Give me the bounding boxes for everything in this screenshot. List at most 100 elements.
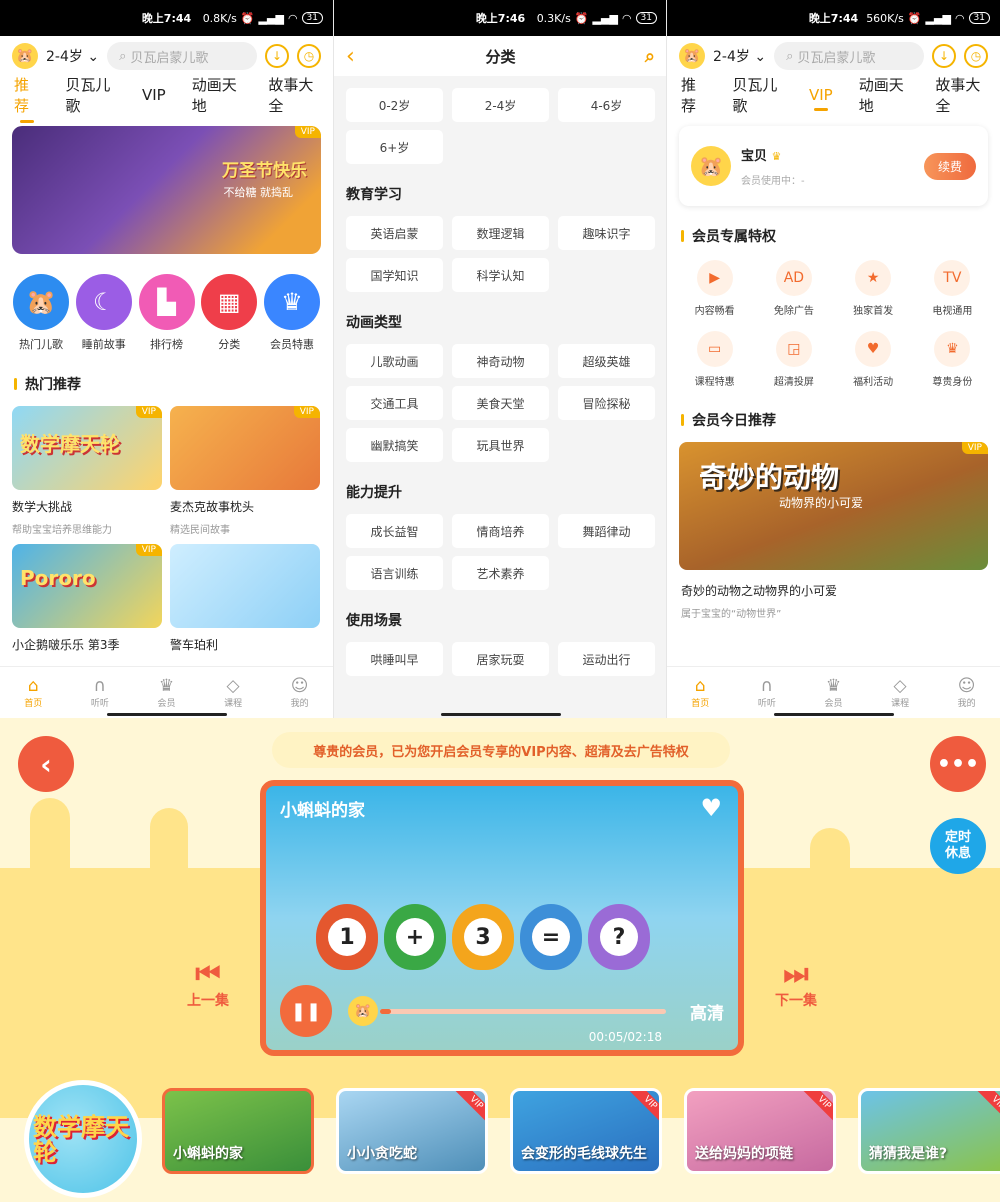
progress-bar[interactable]: [380, 1008, 666, 1014]
category-chip[interactable]: 幽默搞笑: [346, 428, 443, 462]
privilege-item[interactable]: AD 免除广告: [754, 260, 833, 317]
download-icon[interactable]: ↓: [265, 44, 289, 68]
episode-card[interactable]: VIP 小小贪吃蛇: [336, 1088, 488, 1174]
content-card[interactable]: 警车珀利: [170, 544, 320, 653]
content-card[interactable]: VIP 数学摩天轮 数学大挑战 帮助宝宝培养思维能力: [12, 406, 162, 536]
next-episode-button[interactable]: ⏭ 下一集: [766, 958, 826, 1010]
tab-stories[interactable]: 故事大全: [268, 74, 319, 116]
category-chip[interactable]: 情商培养: [452, 514, 549, 548]
category-chip[interactable]: 交通工具: [346, 386, 443, 420]
age-chip[interactable]: 4-6岁: [558, 88, 655, 122]
tab-beva-songs[interactable]: 贝瓦儿歌: [65, 74, 116, 116]
age-selector[interactable]: 2-4岁 ⌄: [713, 46, 766, 66]
history-icon[interactable]: ◷: [964, 44, 988, 68]
category-chip[interactable]: 数理逻辑: [452, 216, 549, 250]
episode-card[interactable]: VIP 猜猜我是谁?: [858, 1088, 1000, 1174]
category-chip[interactable]: 哄睡叫早: [346, 642, 443, 676]
back-button[interactable]: ‹: [18, 736, 74, 792]
nav-home[interactable]: ⌂ 首页: [691, 676, 709, 709]
age-selector[interactable]: 2-4岁 ⌄: [46, 46, 99, 66]
category-chip[interactable]: 科学认知: [452, 258, 549, 292]
episode-card[interactable]: 小蝌蚪的家: [162, 1088, 314, 1174]
tab-animation[interactable]: 动画天地: [192, 74, 243, 116]
series-cover[interactable]: 数学摩天轮: [24, 1080, 142, 1198]
content-card[interactable]: VIP 麦杰克故事枕头 精选民间故事: [170, 406, 320, 536]
category-chip[interactable]: 超级英雄: [558, 344, 655, 378]
category-chip[interactable]: 神奇动物: [452, 344, 549, 378]
nav-headphones[interactable]: ∩ 听听: [91, 676, 109, 709]
category-chip[interactable]: 艺术素养: [452, 556, 549, 590]
category-2[interactable]: ▙ 排行榜: [138, 274, 196, 352]
category-chip[interactable]: 玩具世界: [452, 428, 549, 462]
category-chip[interactable]: 儿歌动画: [346, 344, 443, 378]
nav-headphones[interactable]: ∩ 听听: [758, 676, 776, 709]
category-chip[interactable]: 居家玩耍: [452, 642, 549, 676]
category-0[interactable]: 🐹 热门儿歌: [12, 274, 70, 352]
crown-icon: ♛: [825, 676, 842, 696]
beaver-avatar[interactable]: 🐹: [12, 43, 38, 69]
tab-recommend[interactable]: 推荐: [14, 74, 39, 116]
search-icon[interactable]: ⌕: [645, 46, 655, 67]
download-icon[interactable]: ↓: [932, 44, 956, 68]
featured-banner[interactable]: VIP 奇妙的动物 动物界的小可爱: [679, 442, 988, 570]
back-icon[interactable]: ‹: [346, 44, 355, 69]
category-4[interactable]: ♛ 会员特惠: [263, 274, 321, 352]
tab-animation[interactable]: 动画天地: [859, 74, 910, 116]
search-bar[interactable]: ⌕ 贝瓦启蒙儿歌: [107, 42, 257, 70]
episode-card[interactable]: VIP 送给妈妈的项链: [684, 1088, 836, 1174]
more-button[interactable]: •••: [930, 736, 986, 792]
category-chip[interactable]: 趣味识字: [558, 216, 655, 250]
nav-crown[interactable]: ♛ 会员: [157, 676, 175, 709]
tab-recommend[interactable]: 推荐: [681, 74, 706, 116]
category-chip[interactable]: 成长益智: [346, 514, 443, 548]
nav-profile[interactable]: ☺ 我的: [291, 676, 309, 709]
category-chip[interactable]: 美食天堂: [452, 386, 549, 420]
category-3[interactable]: ▦ 分类: [200, 274, 258, 352]
nav-crown[interactable]: ♛ 会员: [824, 676, 842, 709]
quality-button[interactable]: 高清: [690, 999, 724, 1024]
tab-vip[interactable]: VIP: [142, 86, 166, 104]
nav-course[interactable]: ◇ 课程: [891, 676, 909, 709]
nav-home[interactable]: ⌂ 首页: [24, 676, 42, 709]
category-chip[interactable]: 冒险探秘: [558, 386, 655, 420]
privilege-item[interactable]: ♥ 福利活动: [834, 331, 913, 388]
category-chip[interactable]: 舞蹈律动: [558, 514, 655, 548]
history-icon[interactable]: ◷: [297, 44, 321, 68]
category-chip[interactable]: 运动出行: [558, 642, 655, 676]
beaver-avatar[interactable]: 🐹: [679, 43, 705, 69]
halloween-banner[interactable]: VIP 万圣节快乐 不给糖 就捣乱: [12, 126, 321, 254]
privilege-item[interactable]: ♛ 尊贵身份: [913, 331, 992, 388]
category-chip[interactable]: 语言训练: [346, 556, 443, 590]
category-chip[interactable]: 英语启蒙: [346, 216, 443, 250]
privilege-item[interactable]: ▶ 内容畅看: [675, 260, 754, 317]
privilege-item[interactable]: TV 电视通用: [913, 260, 992, 317]
search-bar[interactable]: ⌕ 贝瓦启蒙儿歌: [774, 42, 924, 70]
video-player[interactable]: 小蝌蚪的家 ♥ 1 +3 =? ❚❚ 🐹 高清 00:05/02:18: [260, 780, 744, 1056]
nav-profile[interactable]: ☺ 我的: [958, 676, 976, 709]
timer-button[interactable]: 定时休息: [930, 818, 986, 874]
feature-title[interactable]: 奇妙的动物之动物界的小可爱: [681, 582, 986, 599]
nav-course[interactable]: ◇ 课程: [224, 676, 242, 709]
age-chip[interactable]: 6+岁: [346, 130, 443, 164]
prev-episode-button[interactable]: ⏮ 上一集: [178, 958, 238, 1010]
progress-thumb[interactable]: 🐹: [348, 996, 378, 1026]
age-chip[interactable]: 0-2岁: [346, 88, 443, 122]
nav-label: 课程: [891, 699, 910, 709]
privilege-item[interactable]: ★ 独家首发: [834, 260, 913, 317]
heart-icon[interactable]: ♥: [700, 794, 722, 822]
tab-vip[interactable]: VIP: [809, 86, 833, 104]
tab-beva-songs[interactable]: 贝瓦儿歌: [732, 74, 783, 116]
card-subtitle: 精选民间故事: [170, 525, 230, 536]
episode-card[interactable]: VIP 会变形的毛线球先生: [510, 1088, 662, 1174]
vip-badge: VIP: [294, 126, 321, 138]
privilege-section-title: 会员专属特权: [667, 226, 1000, 246]
content-card[interactable]: VIP Pororo 小企鹅啵乐乐 第3季: [12, 544, 162, 653]
age-chip[interactable]: 2-4岁: [452, 88, 549, 122]
renew-button[interactable]: 续费: [923, 152, 976, 180]
category-1[interactable]: ☾ 睡前故事: [75, 274, 133, 352]
privilege-item[interactable]: ▭ 课程特惠: [675, 331, 754, 388]
category-chip[interactable]: 国学知识: [346, 258, 443, 292]
pause-button[interactable]: ❚❚: [280, 985, 332, 1037]
privilege-item[interactable]: ◲ 超清投屏: [754, 331, 833, 388]
tab-stories[interactable]: 故事大全: [935, 74, 986, 116]
